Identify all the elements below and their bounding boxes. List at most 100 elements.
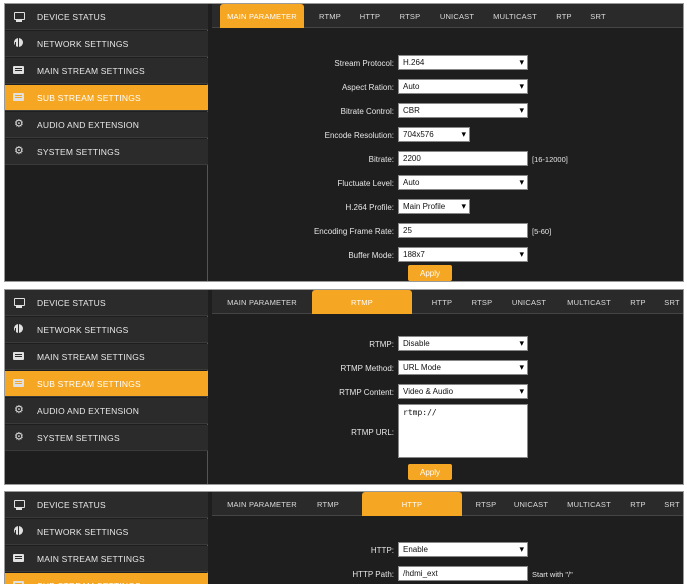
tab-srt[interactable]: SRT — [584, 4, 612, 28]
fluctuate-level-select[interactable]: Auto — [398, 175, 528, 190]
encode-resolution-label: Encode Resolution: — [324, 131, 394, 140]
sidebar-item-system-settings[interactable]: ⚙ SYSTEM SETTINGS — [5, 139, 208, 165]
rtmp-url-label: RTMP URL: — [351, 428, 394, 437]
sidebar-item-device-status[interactable]: DEVICE STATUS — [5, 492, 208, 518]
screen-icon — [13, 580, 25, 584]
tab-main-parameter[interactable]: MAIN PARAMETER — [220, 492, 304, 516]
sidebar-item-main-stream-settings[interactable]: MAIN STREAM SETTINGS — [5, 546, 208, 572]
tab-srt[interactable]: SRT — [658, 492, 683, 516]
sidebar-item-label: SUB STREAM SETTINGS — [37, 581, 141, 584]
sidebar-item-audio-and-extension[interactable]: ⚙ AUDIO AND EXTENSION — [5, 398, 208, 424]
bitrate-control-select[interactable]: CBR — [398, 103, 528, 118]
bitrate-input[interactable]: 2200 — [398, 151, 528, 166]
monitor-icon — [13, 11, 25, 22]
screen-icon — [13, 65, 25, 76]
h264-profile-select[interactable]: Main Profile — [398, 199, 470, 214]
tab-srt[interactable]: SRT — [658, 290, 683, 314]
stream-protocol-select[interactable]: H.264 — [398, 55, 528, 70]
sidebar: DEVICE STATUS NETWORK SETTINGS MAIN STRE… — [5, 492, 208, 584]
http-path-input[interactable]: /hdmi_ext — [398, 566, 528, 581]
bitrate-control-label: Bitrate Control: — [340, 107, 394, 116]
tab-rtmp[interactable]: RTMP — [310, 492, 346, 516]
tab-multicast[interactable]: MULTICAST — [488, 4, 542, 28]
sidebar-item-network-settings[interactable]: NETWORK SETTINGS — [5, 519, 208, 545]
aspect-ration-select[interactable]: Auto — [398, 79, 528, 94]
tab-rtmp[interactable]: RTMP — [312, 290, 412, 314]
sidebar-item-network-settings[interactable]: NETWORK SETTINGS — [5, 317, 208, 343]
rtmp-method-label: RTMP Method: — [340, 364, 394, 373]
stream-protocol-label: Stream Protocol: — [334, 59, 394, 68]
http-path-label: HTTP Path: — [352, 570, 394, 579]
globe-icon — [13, 38, 25, 49]
tab-rtsp[interactable]: RTSP — [468, 492, 504, 516]
tab-main-parameter[interactable]: MAIN PARAMETER — [220, 4, 304, 28]
sidebar-item-sub-stream-settings[interactable]: SUB STREAM SETTINGS — [5, 85, 208, 111]
rtmp-content-select[interactable]: Video & Audio — [398, 384, 528, 399]
globe-icon — [13, 324, 25, 335]
sidebar-item-network-settings[interactable]: NETWORK SETTINGS — [5, 31, 208, 57]
gear-icon: ⚙ — [13, 145, 25, 157]
sidebar-item-label: SYSTEM SETTINGS — [37, 146, 120, 157]
http-label: HTTP: — [370, 546, 394, 555]
sidebar-item-label: NETWORK SETTINGS — [37, 324, 129, 335]
sidebar-item-main-stream-settings[interactable]: MAIN STREAM SETTINGS — [5, 58, 208, 84]
tab-bar: MAIN PARAMETER RTMP HTTP RTSP UNICAST MU… — [212, 290, 683, 314]
tab-rtmp[interactable]: RTMP — [312, 4, 348, 28]
sidebar-item-label: SYSTEM SETTINGS — [37, 432, 120, 443]
sidebar-item-device-status[interactable]: DEVICE STATUS — [5, 290, 208, 316]
tab-unicast[interactable]: UNICAST — [434, 4, 480, 28]
gear-icon: ⚙ — [13, 118, 25, 130]
sidebar-item-label: AUDIO AND EXTENSION — [37, 119, 140, 130]
tab-unicast[interactable]: UNICAST — [506, 290, 552, 314]
tab-http[interactable]: HTTP — [362, 492, 462, 516]
sidebar-item-label: NETWORK SETTINGS — [37, 38, 129, 49]
tab-http[interactable]: HTTP — [352, 4, 388, 28]
sidebar-item-label: DEVICE STATUS — [37, 297, 106, 308]
sidebar-item-label: NETWORK SETTINGS — [37, 526, 129, 537]
settings-panel-main-parameter: DEVICE STATUS NETWORK SETTINGS MAIN STRE… — [4, 3, 684, 282]
http-form: HTTP: Enable HTTP Path: /hdmi_ext Start … — [212, 516, 683, 584]
apply-button[interactable]: Apply — [408, 265, 452, 281]
tab-rtp[interactable]: RTP — [624, 492, 652, 516]
sidebar-item-label: AUDIO AND EXTENSION — [37, 405, 140, 416]
monitor-icon — [13, 297, 25, 308]
sidebar-item-audio-and-extension[interactable]: ⚙ AUDIO AND EXTENSION — [5, 112, 208, 138]
sidebar: DEVICE STATUS NETWORK SETTINGS MAIN STRE… — [5, 4, 208, 281]
tab-rtsp[interactable]: RTSP — [392, 4, 428, 28]
sidebar-item-sub-stream-settings[interactable]: SUB STREAM SETTINGS — [5, 371, 208, 397]
encoding-frame-rate-input[interactable]: 25 — [398, 223, 528, 238]
rtmp-method-select[interactable]: URL Mode — [398, 360, 528, 375]
settings-panel-http: DEVICE STATUS NETWORK SETTINGS MAIN STRE… — [4, 491, 684, 584]
encode-resolution-select[interactable]: 704x576 — [398, 127, 470, 142]
gear-icon: ⚙ — [13, 431, 25, 443]
sidebar-item-sub-stream-settings[interactable]: SUB STREAM SETTINGS — [5, 573, 208, 584]
sidebar-item-label: SUB STREAM SETTINGS — [37, 92, 141, 103]
tab-main-parameter[interactable]: MAIN PARAMETER — [220, 290, 304, 314]
tab-rtp[interactable]: RTP — [550, 4, 578, 28]
screen-icon — [13, 351, 25, 362]
fluctuate-level-label: Fluctuate Level: — [337, 179, 394, 188]
tab-rtp[interactable]: RTP — [624, 290, 652, 314]
apply-button[interactable]: Apply — [408, 464, 452, 480]
buffer-mode-select[interactable]: 188x7 — [398, 247, 528, 262]
bitrate-range-hint: [16-12000] — [532, 155, 568, 164]
tab-multicast[interactable]: MULTICAST — [562, 290, 616, 314]
tab-http[interactable]: HTTP — [424, 290, 460, 314]
rtmp-select[interactable]: Disable — [398, 336, 528, 351]
tab-multicast[interactable]: MULTICAST — [562, 492, 616, 516]
tab-bar: MAIN PARAMETER RTMP HTTP RTSP UNICAST MU… — [212, 4, 683, 28]
sidebar-item-device-status[interactable]: DEVICE STATUS — [5, 4, 208, 30]
sidebar-item-label: DEVICE STATUS — [37, 499, 106, 510]
tab-rtsp[interactable]: RTSP — [464, 290, 500, 314]
sidebar-item-main-stream-settings[interactable]: MAIN STREAM SETTINGS — [5, 344, 208, 370]
tab-unicast[interactable]: UNICAST — [508, 492, 554, 516]
settings-panel-rtmp: DEVICE STATUS NETWORK SETTINGS MAIN STRE… — [4, 289, 684, 485]
gear-icon: ⚙ — [13, 404, 25, 416]
screen-icon — [13, 378, 25, 389]
rtmp-url-textarea[interactable]: rtmp:// — [398, 404, 528, 458]
h264-profile-label: H.264 Profile: — [345, 203, 394, 212]
sidebar-item-system-settings[interactable]: ⚙ SYSTEM SETTINGS — [5, 425, 208, 451]
buffer-mode-label: Buffer Mode: — [348, 251, 394, 260]
encoding-frame-rate-label: Encoding Frame Rate: — [313, 227, 394, 236]
http-select[interactable]: Enable — [398, 542, 528, 557]
